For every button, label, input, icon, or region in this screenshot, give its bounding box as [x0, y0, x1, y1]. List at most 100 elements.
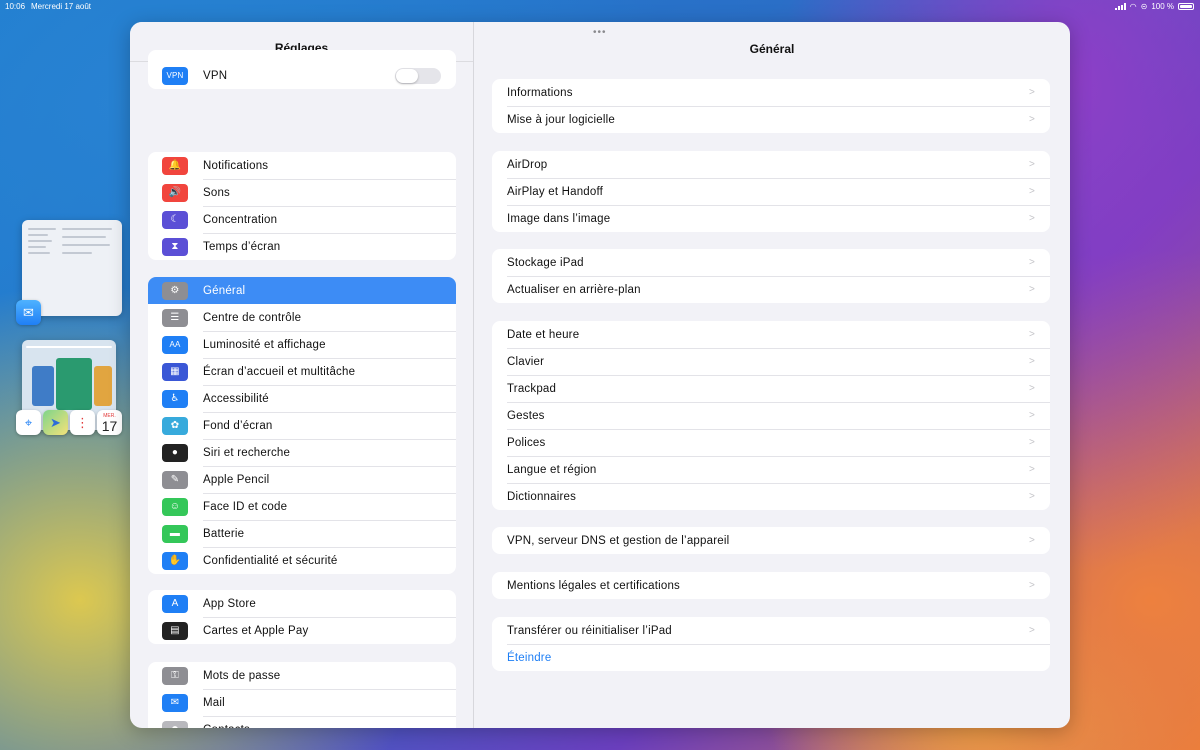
- sidebar-item-app-store[interactable]: A App Store: [148, 590, 456, 617]
- sidebar-item-label: Apple Pencil: [203, 473, 270, 486]
- sidebar-item-label: VPN: [203, 69, 228, 82]
- settings-row-airplay-et-handoff[interactable]: AirPlay et Handoff >: [492, 178, 1050, 205]
- settings-row-date-et-heure[interactable]: Date et heure >: [492, 321, 1050, 348]
- wallet-icon: ▤: [162, 621, 188, 640]
- chevron-right-icon: >: [1028, 213, 1035, 224]
- settings-row-vpn-serveur-dns-et-gestion-de-l-appareil[interactable]: VPN, serveur DNS et gestion de l’apparei…: [492, 527, 1050, 554]
- sidebar-item-confidentialite-et-securite[interactable]: ✋ Confidentialité et sécurité: [148, 547, 456, 574]
- settings-row-label: AirDrop: [507, 158, 548, 171]
- settings-row-label: Actualiser en arrière-plan: [507, 283, 641, 296]
- sidebar-item-apple-pencil[interactable]: ✎ Apple Pencil: [148, 466, 456, 493]
- settings-row-trackpad[interactable]: Trackpad >: [492, 375, 1050, 402]
- safari-icon[interactable]: ⌖: [16, 410, 41, 435]
- settings-row-image-dans-l-image[interactable]: Image dans l’image >: [492, 205, 1050, 232]
- settings-row-mise-a-jour-logicielle[interactable]: Mise à jour logicielle >: [492, 106, 1050, 133]
- chevron-right-icon: >: [1028, 159, 1035, 170]
- settings-row-polices[interactable]: Polices >: [492, 429, 1050, 456]
- sidebar-item-face-id-et-code[interactable]: ☺ Face ID et code: [148, 493, 456, 520]
- calendar-day: 17: [101, 417, 118, 434]
- settings-group: AirDrop > AirPlay et Handoff > Image dans l’…: [492, 151, 1050, 232]
- battery-percent: 100 %: [1151, 2, 1174, 11]
- sidebar-item-centre-de-controle[interactable]: ☰ Centre de contrôle: [148, 304, 456, 331]
- settings-row-label: Langue et région: [507, 463, 597, 476]
- chevron-right-icon: >: [1028, 410, 1035, 421]
- settings-row-informations[interactable]: Informations >: [492, 79, 1050, 106]
- wifi-icon: ◠: [1129, 2, 1137, 11]
- settings-row-label: Image dans l’image: [507, 212, 611, 225]
- sidebar-item-luminosite-et-affichage[interactable]: AA Luminosité et affichage: [148, 331, 456, 358]
- sidebar-group: VPN VPN: [148, 50, 456, 89]
- sidebar-item-label: Face ID et code: [203, 500, 288, 513]
- moon-icon: ☾: [162, 210, 188, 229]
- sidebar: Réglages VPN VPN 🔔 Notifications 🔊 Sons ☾ Conce…: [130, 22, 474, 728]
- multitasking-menu-icon[interactable]: •••: [593, 27, 607, 38]
- settings-row-label: VPN, serveur DNS et gestion de l’apparei…: [507, 534, 730, 547]
- sidebar-item-contacts[interactable]: ☻ Contacts: [148, 716, 456, 728]
- settings-row-actualiser-en-arriere-plan[interactable]: Actualiser en arrière-plan >: [492, 276, 1050, 303]
- settings-row-transferer-ou-reinitialiser-l-ipad[interactable]: Transférer ou réinitialiser l’iPad >: [492, 617, 1050, 644]
- settings-row-label: AirPlay et Handoff: [507, 185, 604, 198]
- home-screen-icon: ▦: [162, 362, 188, 381]
- maps-icon[interactable]: ➤: [43, 410, 68, 435]
- settings-group: Stockage iPad > Actualiser en arrière-plan…: [492, 249, 1050, 303]
- settings-row-label: Polices: [507, 436, 546, 449]
- battery-icon: [1178, 3, 1194, 10]
- chevron-right-icon: >: [1028, 114, 1035, 125]
- chevron-right-icon: >: [1028, 356, 1035, 367]
- calendar-app-icon[interactable]: MER. 17: [97, 410, 122, 435]
- vpn-toggle[interactable]: [395, 67, 441, 84]
- sidebar-item-label: Centre de contrôle: [203, 311, 302, 324]
- chevron-right-icon: >: [1028, 329, 1035, 340]
- sidebar-item-mail[interactable]: ✉ Mail: [148, 689, 456, 716]
- app-store-icon: A: [162, 594, 188, 613]
- settings-row-clavier[interactable]: Clavier >: [492, 348, 1050, 375]
- settings-row-stockage-ipad[interactable]: Stockage iPad >: [492, 249, 1050, 276]
- sidebar-item-label: Contacts: [203, 724, 250, 729]
- sidebar-item-mots-de-passe[interactable]: ⚿ Mots de passe: [148, 662, 456, 689]
- settings-row-label: Stockage iPad: [507, 256, 584, 269]
- chevron-right-icon: >: [1028, 437, 1035, 448]
- gear-icon: ⚙: [162, 281, 188, 300]
- settings-row-airdrop[interactable]: AirDrop >: [492, 151, 1050, 178]
- sidebar-item-sons[interactable]: 🔊 Sons: [148, 179, 456, 206]
- sidebar-item-cartes-et-apple-pay[interactable]: ▤ Cartes et Apple Pay: [148, 617, 456, 644]
- sidebar-item-label: Général: [203, 284, 246, 297]
- sidebar-item-label: Luminosité et affichage: [203, 338, 326, 351]
- sidebar-item-notifications[interactable]: 🔔 Notifications: [148, 152, 456, 179]
- face-id-icon: ☺: [162, 497, 188, 516]
- sidebar-item-accessibilite[interactable]: ♿ Accessibilité: [148, 385, 456, 412]
- settings-row-gestes[interactable]: Gestes >: [492, 402, 1050, 429]
- sidebar-item-label: Siri et recherche: [203, 446, 291, 459]
- settings-row-dictionnaires[interactable]: Dictionnaires >: [492, 483, 1050, 510]
- sidebar-item-label: Mots de passe: [203, 669, 281, 682]
- sidebar-item-label: Batterie: [203, 527, 245, 540]
- sidebar-item-concentration[interactable]: ☾ Concentration: [148, 206, 456, 233]
- settings-row-label: Trackpad: [507, 382, 557, 395]
- sidebar-item-general[interactable]: ⚙ Général: [148, 277, 456, 304]
- mail-app-icon[interactable]: ✉: [16, 300, 41, 325]
- sidebar-item-siri-et-recherche[interactable]: ● Siri et recherche: [148, 439, 456, 466]
- settings-row-eteindre[interactable]: Éteindre: [492, 644, 1050, 671]
- status-bar: 10:06 Mercredi 17 août ◠ ⊝ 100 %: [0, 0, 1200, 14]
- sidebar-group: ⚿Mots de passe✉Mail☻Contacts▭Calendrier: [148, 662, 456, 728]
- wallpaper-icon: ✿: [162, 416, 188, 435]
- reminders-icon[interactable]: ⋮: [70, 410, 95, 435]
- chevron-right-icon: >: [1028, 257, 1035, 268]
- status-time: 10:06: [5, 2, 26, 11]
- settings-row-langue-et-region[interactable]: Langue et région >: [492, 456, 1050, 483]
- status-right: ◠ ⊝ 100 %: [1114, 2, 1194, 11]
- mail-icon: ✉: [162, 693, 188, 712]
- settings-row-mentions-legales-et-certifications[interactable]: Mentions légales et certifications >: [492, 572, 1050, 599]
- vpn-icon: VPN: [162, 66, 188, 85]
- sidebar-item-fond-d-ecran[interactable]: ✿ Fond d’écran: [148, 412, 456, 439]
- sidebar-item-batterie[interactable]: ▬ Batterie: [148, 520, 456, 547]
- brightness-icon: AA: [162, 335, 188, 354]
- contacts-icon: ☻: [162, 720, 188, 728]
- sidebar-item-ecran-d-accueil-et-multitache[interactable]: ▦ Écran d’accueil et multitâche: [148, 358, 456, 385]
- sidebar-item-vpn[interactable]: VPN VPN: [148, 62, 456, 89]
- chevron-right-icon: >: [1028, 87, 1035, 98]
- settings-row-label: Éteindre: [507, 651, 552, 664]
- settings-group: Mentions légales et certifications >: [492, 572, 1050, 599]
- signal-icon: [1114, 3, 1126, 10]
- sidebar-item-temps-d-ecran[interactable]: ⧗ Temps d’écran: [148, 233, 456, 260]
